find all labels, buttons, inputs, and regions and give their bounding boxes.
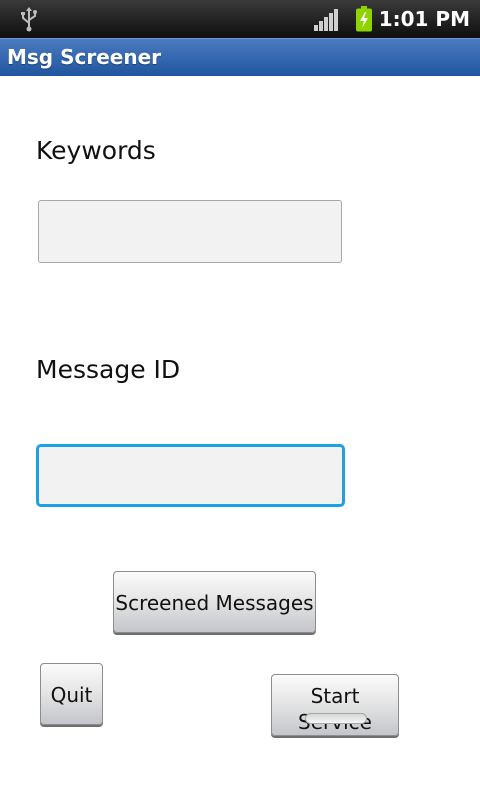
app-screen: 1:01 PM Msg Screener Keywords Message ID…	[0, 0, 480, 800]
message-id-input[interactable]	[36, 444, 345, 507]
screened-messages-button[interactable]: Screened Messages	[113, 571, 316, 633]
title-bar: Msg Screener	[0, 38, 480, 76]
keywords-label: Keywords	[36, 136, 156, 165]
signal-icon	[314, 9, 338, 31]
keywords-input[interactable]	[38, 200, 342, 263]
quit-button[interactable]: Quit	[40, 663, 103, 725]
status-bar: 1:01 PM	[0, 0, 480, 38]
status-time: 1:01 PM	[378, 7, 470, 31]
start-service-toggle[interactable]: Start Service	[271, 674, 399, 736]
usb-icon	[21, 7, 37, 32]
battery-charging-icon	[356, 6, 372, 32]
message-id-label: Message ID	[36, 355, 181, 384]
start-service-label: Start Service	[298, 684, 372, 734]
toggle-indicator	[305, 713, 367, 724]
app-title: Msg Screener	[7, 45, 162, 69]
